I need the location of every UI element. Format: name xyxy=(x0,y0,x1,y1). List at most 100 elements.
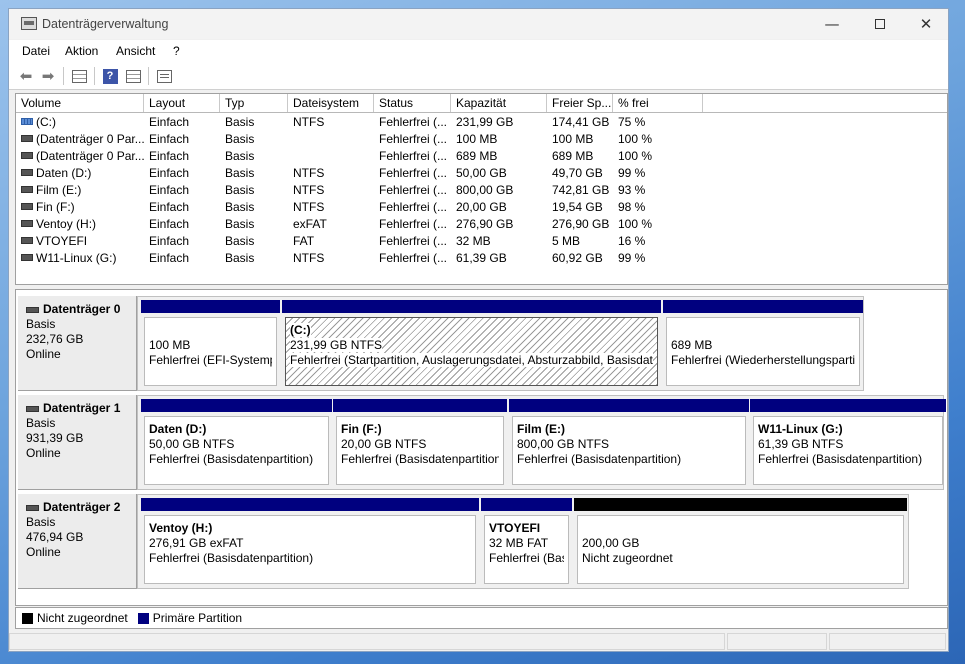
partition-details: Film (E:) 800,00 GB NTFS Fehlerfrei (Basis… xyxy=(512,416,746,485)
partition-status: Fehlerfrei (Startpartition, Auslagerungs… xyxy=(290,353,653,368)
cell-text: Einfach xyxy=(149,115,190,129)
legend-bar: Nicht zugeordnet Primäre Partition xyxy=(15,607,948,629)
properties-button[interactable] xyxy=(155,67,173,85)
cell-layout: Einfach xyxy=(144,115,220,129)
partition-block[interactable]: VTOYEFI32 MB FATFehlerfrei (Basisdatenpa… xyxy=(481,498,572,586)
disk-label[interactable]: Datenträger 0 Basis 232,76 GB Online xyxy=(18,296,137,391)
column-header-typ[interactable]: Typ xyxy=(220,94,288,112)
volume-row[interactable]: W11-Linux (G:) Einfach Basis NTFS Fehlerfrei… xyxy=(16,250,947,267)
show-console-tree-button[interactable] xyxy=(70,67,88,85)
cell-text: 60,92 GB xyxy=(552,251,603,265)
disk-label[interactable]: Datenträger 1 Basis 931,39 GB Online xyxy=(18,395,137,490)
volume-icon xyxy=(21,169,33,176)
partition-type-bar xyxy=(750,399,946,412)
cell-kapazitaet: 50,00 GB xyxy=(451,166,547,180)
partition-block[interactable]: Film (E:) 800,00 GB NTFS Fehlerfrei (Basis… xyxy=(509,399,749,487)
partition-block[interactable]: 100 MBFehlerfrei (EFI-Systempartition) xyxy=(141,300,280,388)
cell-status: Fehlerfrei (... xyxy=(374,115,451,129)
cell-freier-speicher: 689 MB xyxy=(547,149,613,163)
minimize-button[interactable]: — xyxy=(809,9,855,39)
partition-size-text: 61,39 GB NTFS xyxy=(758,437,844,451)
volume-icon xyxy=(21,203,33,210)
volume-row[interactable]: (C:) Einfach Basis NTFS Fehlerfrei (... 231,9… xyxy=(16,114,947,131)
partition-block[interactable]: W11-Linux (G:) 61,39 GB NTFS Fehlerfrei (B… xyxy=(750,399,946,487)
toolbar-separator xyxy=(148,67,149,85)
window-title: Datenträgerverwaltung xyxy=(42,17,169,31)
cell-text: Basis xyxy=(225,115,255,129)
cell-freier-speicher: 276,90 GB xyxy=(547,217,613,231)
volume-row[interactable]: Fin (F:) Einfach Basis NTFS Fehlerfrei (... 2… xyxy=(16,199,947,216)
column-header-layout[interactable]: Layout xyxy=(144,94,220,112)
partition-size-text: 800,00 GB NTFS xyxy=(517,437,610,451)
forward-button[interactable]: ➡ xyxy=(39,67,57,85)
partition-size: 276,91 GB exFAT xyxy=(149,536,471,551)
partition-type-bar xyxy=(141,498,479,511)
back-button[interactable]: ⬅ xyxy=(17,67,35,85)
menu-datei[interactable]: Datei xyxy=(22,44,50,58)
cell-text: Daten (D:) xyxy=(36,166,92,180)
column-header-kapazitaet[interactable]: Kapazität xyxy=(451,94,547,112)
cell-text: 99 % xyxy=(618,166,646,180)
partition-block[interactable]: Fin (F:) 20,00 GB NTFS Fehlerfrei (Basisda… xyxy=(333,399,507,487)
menu-aktion[interactable]: Aktion xyxy=(65,44,98,58)
volume-icon xyxy=(21,220,33,227)
partition-block[interactable]: (C:) 231,99 GB NTFS Fehlerfrei (Startparti… xyxy=(282,300,661,388)
cell-text: 276,90 GB xyxy=(552,217,610,231)
partition-name-empty xyxy=(671,323,855,338)
title-bar: Datenträgerverwaltung — ✕ xyxy=(9,9,948,39)
partition-status-text: Fehlerfrei (Basisdatenpartition) xyxy=(149,452,314,466)
disk-label[interactable]: Datenträger 2 Basis 476,94 GB Online xyxy=(18,494,137,589)
partition-size: 50,00 GB NTFS xyxy=(149,437,324,452)
partition-status-text: Fehlerfrei (Basisdatenpartition) xyxy=(489,551,564,565)
partition-status-text: Nicht zugeordnet xyxy=(582,551,673,565)
cell-volume: VTOYEFI xyxy=(16,234,144,248)
column-header-volume[interactable]: Volume xyxy=(16,94,144,112)
cell-text: 16 % xyxy=(618,234,646,248)
cell-kapazitaet: 276,90 GB xyxy=(451,217,547,231)
cell-kapazitaet: 800,00 GB xyxy=(451,183,547,197)
menu-help[interactable]: ? xyxy=(173,44,180,58)
menu-ansicht[interactable]: Ansicht xyxy=(116,44,155,58)
partition-details: 100 MBFehlerfrei (EFI-Systempartition) xyxy=(144,317,277,386)
volume-row[interactable]: VTOYEFI Einfach Basis FAT Fehlerfrei (... 32 … xyxy=(16,233,947,250)
status-segment xyxy=(829,633,946,650)
cell-status: Fehlerfrei (... xyxy=(374,132,451,146)
volume-list-header: Volume Layout Typ Dateisystem Status Kap… xyxy=(16,94,947,113)
cell-text: 19,54 GB xyxy=(552,200,603,214)
partition-size-text: 689 MB xyxy=(671,338,713,352)
cell-text: 174,41 GB xyxy=(552,115,610,129)
volume-row[interactable]: (Datenträger 0 Par... Einfach Basis Fehlerf… xyxy=(16,131,947,148)
partition-block[interactable]: Ventoy (H:) 276,91 GB exFAT Fehlerfrei (Ba… xyxy=(141,498,479,586)
cell-text: 276,90 GB xyxy=(456,217,514,231)
partition-block[interactable]: Daten (D:) 50,00 GB NTFS Fehlerfrei (Basis… xyxy=(141,399,332,487)
partition-size: 800,00 GB NTFS xyxy=(517,437,741,452)
partition-block[interactable]: 689 MB Fehlerfrei (Wiederherstellungspart… xyxy=(663,300,863,388)
volume-row[interactable]: (Datenträger 0 Par... Einfach Basis Fehlerf… xyxy=(16,148,947,165)
volume-row[interactable]: Daten (D:) Einfach Basis NTFS Fehlerfrei (..… xyxy=(16,165,947,182)
disk-name: Datenträger 0 xyxy=(26,302,136,317)
partition-name: W11-Linux (G:) xyxy=(758,422,938,437)
volume-row[interactable]: Ventoy (H:) Einfach Basis exFAT Fehlerfrei (… xyxy=(16,216,947,233)
partition-size: 200,00 GB xyxy=(582,536,899,551)
cell-typ: Basis xyxy=(220,115,288,129)
status-segment xyxy=(9,633,725,650)
close-button[interactable]: ✕ xyxy=(903,9,948,39)
cell-kapazitaet: 20,00 GB xyxy=(451,200,547,214)
unallocated-space[interactable]: 200,00 GB Nicht zugeordnet xyxy=(574,498,907,586)
help-button[interactable]: ? xyxy=(101,67,119,85)
partition-name-text: Film (E:) xyxy=(517,422,565,436)
partition-name: Daten (D:) xyxy=(149,422,324,437)
maximize-button[interactable] xyxy=(857,9,903,39)
volume-row[interactable]: Film (E:) Einfach Basis NTFS Fehlerfrei (...… xyxy=(16,182,947,199)
show-pane-button[interactable] xyxy=(124,67,142,85)
cell-volume: Film (E:) xyxy=(16,183,144,197)
partition-status: Fehlerfrei (Basisdatenpartition) xyxy=(341,452,499,467)
cell-text: NTFS xyxy=(293,115,325,129)
column-header-prozent-frei[interactable]: % frei xyxy=(613,94,703,112)
column-header-freier-speicher[interactable]: Freier Sp... xyxy=(547,94,613,112)
disk-partition-area: Ventoy (H:) 276,91 GB exFAT Fehlerfrei (Ba… xyxy=(137,494,909,589)
column-header-dateisystem[interactable]: Dateisystem xyxy=(288,94,374,112)
legend-swatch-unallocated xyxy=(22,612,33,624)
column-header-status[interactable]: Status xyxy=(374,94,451,112)
cell-text: Basis xyxy=(225,149,255,163)
